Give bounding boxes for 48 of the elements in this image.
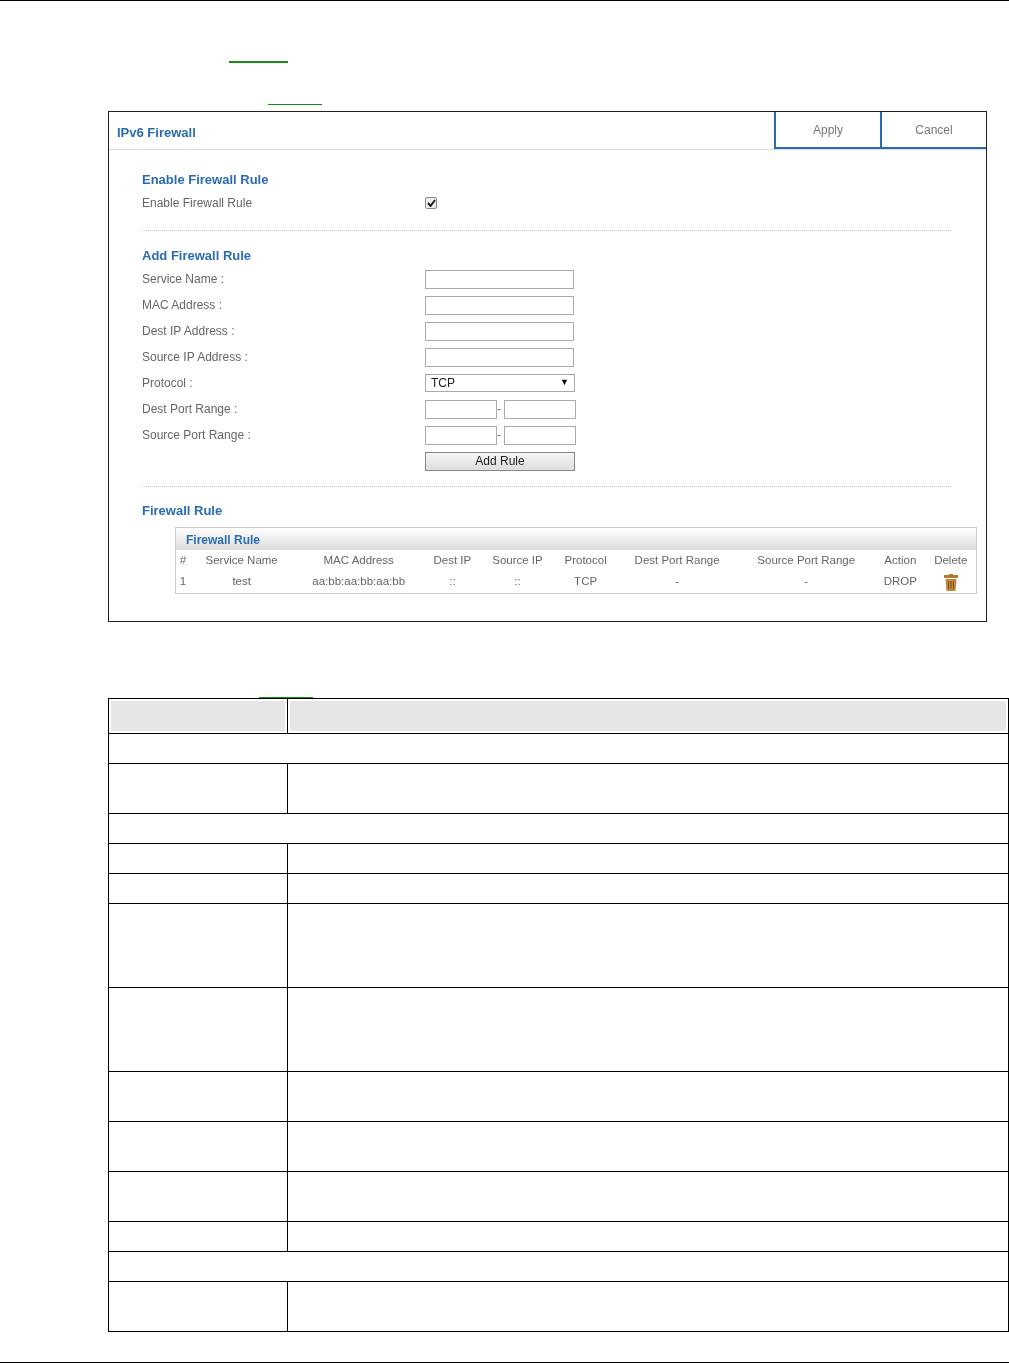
- cancel-button[interactable]: Cancel: [880, 112, 986, 149]
- checkbox[interactable]: [425, 197, 437, 209]
- table-cell: -: [804, 575, 809, 588]
- field-label: Dest IP Address :: [142, 323, 236, 340]
- panel-title: IPv6 Firewall: [116, 124, 197, 142]
- table-cell: 1: [179, 575, 187, 588]
- field-label: Source IP Address :: [142, 349, 249, 366]
- table-cell: -: [675, 575, 679, 588]
- field-label: Protocol :: [142, 375, 194, 392]
- section-heading: Enable Firewall Rule: [142, 172, 270, 188]
- add-rule-button[interactable]: Add Rule: [425, 451, 575, 471]
- input-field[interactable]: [504, 399, 576, 419]
- table-cell: TCP: [574, 575, 598, 588]
- trash-icon[interactable]: [943, 573, 958, 591]
- table-cell: ::: [449, 575, 456, 588]
- section-heading: Add Firewall Rule: [142, 248, 253, 264]
- input-field[interactable]: [425, 269, 574, 289]
- field-label: Source Port Range :: [142, 427, 252, 444]
- input-field[interactable]: [425, 295, 574, 315]
- column-header: Service Name: [205, 554, 278, 566]
- protocol-select[interactable]: TCP ▼: [425, 374, 575, 392]
- column-header: Action: [884, 554, 917, 566]
- column-header: Source Port Range: [757, 554, 856, 566]
- section-heading: Firewall Rule: [142, 503, 224, 519]
- column-header: MAC Address: [323, 554, 394, 566]
- table-cell: test: [232, 575, 251, 588]
- input-field[interactable]: [425, 425, 497, 445]
- field-label: MAC Address :: [142, 297, 224, 314]
- table-cell: aa:bb:aa:bb:aa:bb: [312, 575, 406, 588]
- table-title: Firewall Rule: [176, 528, 976, 550]
- apply-button[interactable]: Apply: [774, 112, 880, 149]
- column-header: Source IP: [492, 554, 543, 566]
- range-separator: -: [497, 401, 502, 418]
- field-label: Dest Port Range :: [142, 401, 239, 418]
- field-label: Service Name :: [142, 271, 226, 288]
- input-field[interactable]: [425, 399, 497, 419]
- range-separator: -: [497, 427, 502, 444]
- input-field[interactable]: [504, 425, 576, 445]
- column-header: Protocol: [564, 554, 607, 566]
- field-label: Enable Firewall Rule: [142, 195, 254, 212]
- column-header: #: [179, 554, 187, 566]
- table-cell: ::: [514, 575, 521, 588]
- table-cell: DROP: [883, 575, 917, 588]
- input-field[interactable]: [425, 347, 574, 367]
- column-header: Dest Port Range: [634, 554, 720, 566]
- column-header: Dest IP: [433, 554, 472, 566]
- column-header: Delete: [934, 554, 968, 566]
- input-field[interactable]: [425, 321, 574, 341]
